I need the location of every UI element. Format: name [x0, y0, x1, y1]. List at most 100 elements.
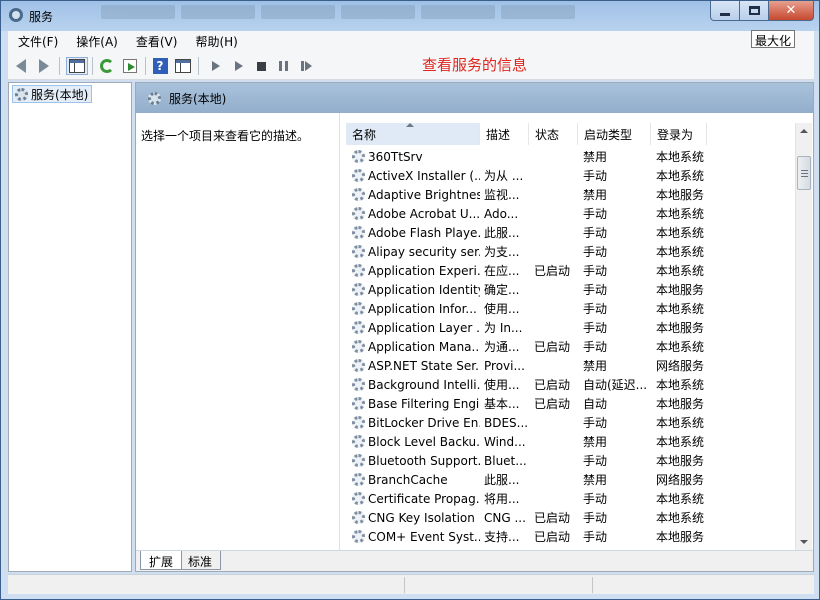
- service-log-on-as: 本地系统: [656, 511, 705, 525]
- pause-service-button[interactable]: [274, 57, 292, 75]
- restart-icon: [301, 61, 312, 71]
- table-row[interactable]: Bluetooth Support... Bluet... 手动 本地服务: [346, 451, 805, 470]
- table-row[interactable]: Certificate Propag... 将用... 手动 本地系统: [346, 489, 805, 508]
- service-description: 为 In...: [484, 321, 523, 335]
- table-row[interactable]: Application Mana... 为通... 已启动 手动 本地系统: [346, 337, 805, 356]
- service-description: 为从 ...: [484, 169, 524, 183]
- menu-bar: 文件(F) 操作(A) 查看(V) 帮助(H): [8, 31, 814, 52]
- menu-help[interactable]: 帮助(H): [187, 33, 245, 50]
- column-header-status[interactable]: 状态: [529, 123, 578, 145]
- service-startup-type: 手动: [583, 264, 608, 278]
- refresh-button[interactable]: [98, 57, 116, 75]
- service-log-on-as: 本地系统: [656, 435, 705, 449]
- service-startup-type: 手动: [583, 302, 608, 316]
- service-name: Background Intelli...: [368, 377, 480, 392]
- export-list-button[interactable]: [121, 57, 139, 75]
- table-row[interactable]: Adobe Acrobat U... Ado... 手动 本地系统: [346, 204, 805, 223]
- column-header-name[interactable]: 名称: [346, 123, 480, 145]
- start-service-button[interactable]: [207, 57, 225, 75]
- back-button[interactable]: [12, 57, 30, 75]
- service-log-on-as: 本地服务: [656, 454, 705, 468]
- table-row[interactable]: CNG Key Isolation CNG ... 已启动 手动 本地系统: [346, 508, 805, 527]
- stop-service-button[interactable]: [252, 57, 270, 75]
- table-row[interactable]: Adaptive Brightness 监视... 禁用 本地服务: [346, 185, 805, 204]
- restart-service-button[interactable]: [297, 57, 315, 75]
- table-row[interactable]: 360TtSrv 禁用 本地系统: [346, 147, 805, 166]
- service-name-cell: Adaptive Brightness: [346, 188, 480, 202]
- window-title: 服务: [29, 10, 54, 24]
- scrollbar-thumb[interactable]: [797, 156, 811, 190]
- toolbar-separator: [198, 57, 199, 75]
- minimize-icon: [720, 13, 730, 16]
- table-row[interactable]: Application Infor... 使用... 手动 本地系统: [346, 299, 805, 318]
- tab-standard[interactable]: 标准: [180, 551, 222, 570]
- minimize-button[interactable]: [710, 1, 740, 21]
- menu-file[interactable]: 文件(F): [10, 33, 66, 50]
- service-name-cell: COM+ Event Syst...: [346, 530, 480, 544]
- list-rows: 360TtSrv 禁用 本地系统 ActiveX Installer (... 为从 .…: [346, 147, 805, 546]
- service-log-on-as: 本地服务: [656, 283, 705, 297]
- table-row[interactable]: Background Intelli... 使用... 已启动 自动(延迟... 本地系…: [346, 375, 805, 394]
- table-row[interactable]: Application Identity 确定... 手动 本地服务: [346, 280, 805, 299]
- column-header-log-on-as[interactable]: 登录为: [651, 123, 707, 145]
- grip-line: [801, 176, 808, 177]
- service-name-cell: Base Filtering Engi...: [346, 397, 480, 411]
- service-name-cell: Application Layer ...: [346, 321, 480, 335]
- service-startup-type: 禁用: [583, 188, 608, 202]
- service-name-cell: Adobe Flash Playe...: [346, 226, 480, 240]
- scroll-up-arrow-icon[interactable]: [800, 129, 808, 133]
- table-row[interactable]: BitLocker Drive En... BDES... 手动 本地系统: [346, 413, 805, 432]
- show-hide-console-tree-button[interactable]: [66, 57, 88, 75]
- service-log-on-as: 本地系统: [656, 302, 705, 316]
- toolbar-separator: [59, 57, 60, 75]
- refresh-icon: [100, 59, 114, 73]
- service-gear-icon: [352, 283, 365, 296]
- service-name: ASP.NET State Ser...: [368, 358, 480, 373]
- service-status: 已启动: [534, 264, 571, 278]
- play-icon: [235, 61, 243, 71]
- column-header-description[interactable]: 描述: [480, 123, 529, 145]
- close-button[interactable]: ✕: [768, 1, 814, 21]
- scroll-down-arrow-icon[interactable]: [800, 540, 808, 544]
- vertical-scrollbar[interactable]: [795, 123, 812, 550]
- service-startup-type: 手动: [583, 340, 608, 354]
- tab-extended[interactable]: 扩展: [140, 551, 183, 570]
- service-description: 使用...: [484, 302, 520, 316]
- service-log-on-as: 本地服务: [656, 397, 705, 411]
- service-name-cell: Bluetooth Support...: [346, 454, 480, 468]
- help-button[interactable]: ?: [151, 57, 169, 75]
- service-startup-type: 手动: [583, 454, 608, 468]
- table-row[interactable]: BranchCache 此服... 禁用 网络服务: [346, 470, 805, 489]
- table-row[interactable]: COM+ Event Syst... 支持... 已启动 手动 本地服务: [346, 527, 805, 546]
- column-header-startup-type[interactable]: 启动类型: [578, 123, 651, 145]
- table-row[interactable]: Alipay security ser... 为支... 手动 本地系统: [346, 242, 805, 261]
- column-header-label: 名称: [352, 127, 377, 142]
- service-status: 已启动: [534, 340, 571, 354]
- service-name: BranchCache: [368, 472, 448, 487]
- table-row[interactable]: Block Level Backu... Wind... 禁用 本地系统: [346, 432, 805, 451]
- maximize-button[interactable]: [739, 1, 769, 21]
- service-startup-type: 手动: [583, 207, 608, 221]
- menu-action[interactable]: 操作(A): [68, 33, 126, 50]
- annotation-text: 查看服务的信息: [422, 56, 528, 74]
- properties-button[interactable]: [174, 57, 192, 75]
- services-window: 服务 ✕ 最大化 文件(F) 操作(A) 查看(V) 帮助(H) ? 查看服务的…: [0, 0, 820, 600]
- table-row[interactable]: Application Layer ... 为 In... 手动 本地服务: [346, 318, 805, 337]
- table-row[interactable]: Adobe Flash Playe... 此服... 手动 本地系统: [346, 223, 805, 242]
- table-row[interactable]: Application Experi... 在应... 已启动 手动 本地系统: [346, 261, 805, 280]
- table-row[interactable]: ActiveX Installer (... 为从 ... 手动 本地系统: [346, 166, 805, 185]
- title-bar[interactable]: 服务 ✕: [1, 1, 819, 31]
- menu-view[interactable]: 查看(V): [128, 33, 186, 50]
- start-service-alt-button[interactable]: [230, 57, 248, 75]
- tree-item-services-local[interactable]: 服务(本地): [12, 85, 93, 103]
- description-prompt: 选择一个项目来查看它的描述。: [141, 129, 310, 143]
- service-gear-icon: [352, 321, 365, 334]
- service-description: 基本...: [484, 397, 520, 411]
- forward-button[interactable]: [35, 57, 53, 75]
- service-log-on-as: 本地系统: [656, 150, 705, 164]
- table-row[interactable]: ASP.NET State Ser... Provi... 禁用 网络服务: [346, 356, 805, 375]
- service-description: Wind...: [484, 434, 526, 449]
- service-log-on-as: 本地服务: [656, 530, 705, 544]
- table-row[interactable]: Base Filtering Engi... 基本... 已启动 自动 本地服务: [346, 394, 805, 413]
- service-startup-type: 禁用: [583, 150, 608, 164]
